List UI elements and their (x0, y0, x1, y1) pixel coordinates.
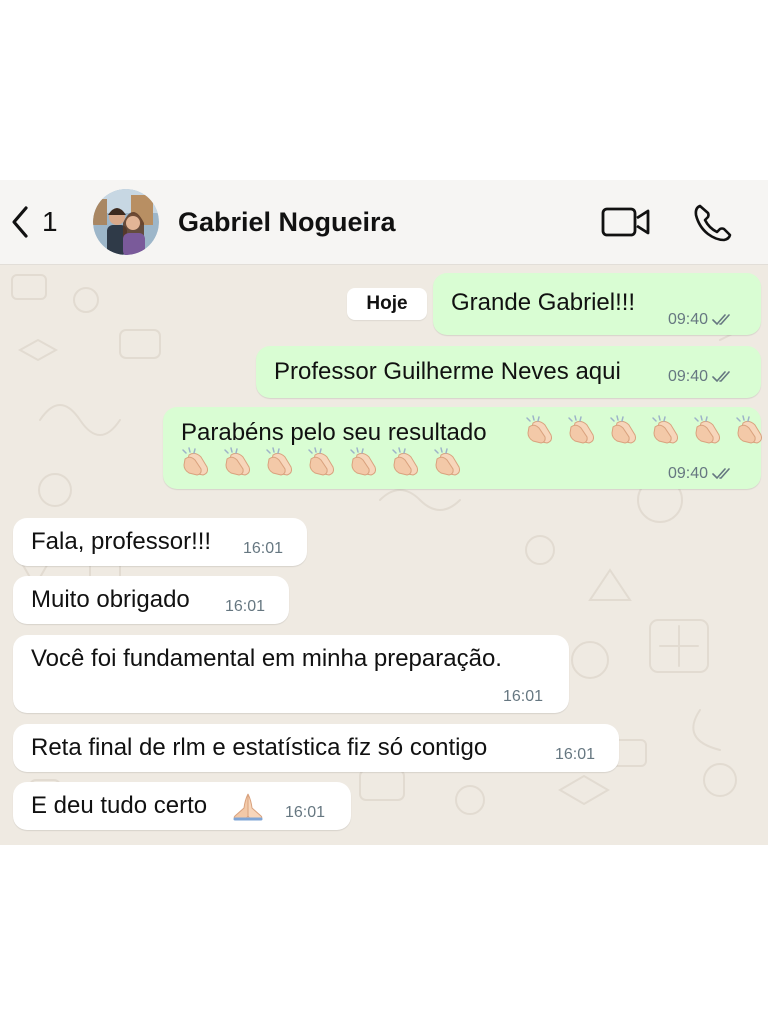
message-time: 09:40 (668, 368, 709, 385)
message-text: Parabéns pelo seu resultado (181, 419, 487, 446)
clapping-hands-icon (266, 447, 292, 476)
message-bubble-outgoing[interactable]: Professor Guilherme Neves aqui 09:40 (256, 346, 761, 398)
clapping-hands-icon (308, 447, 334, 476)
message-bubble-incoming[interactable]: Fala, professor!!! 16:01 (13, 518, 307, 566)
clapping-hands-icon (652, 415, 678, 444)
message-text: Grande Gabriel!!! (451, 289, 636, 316)
message-meta: 09:40 (668, 311, 732, 329)
message-text: Fala, professor!!! (31, 528, 212, 555)
folded-hands-icon (233, 793, 263, 821)
clapping-hands-icon (392, 447, 418, 476)
clapping-hands-icon (526, 415, 552, 444)
clapping-hands-emoji-row (179, 447, 465, 477)
clapping-hands-icon (434, 447, 460, 476)
clapping-hands-icon (736, 415, 762, 444)
message-bubble-incoming[interactable]: Muito obrigado 16:01 (13, 576, 289, 624)
clapping-hands-icon (182, 447, 208, 476)
message-text: Professor Guilherme Neves aqui (274, 358, 621, 385)
message-time: 16:01 (555, 746, 596, 763)
chevron-left-icon[interactable] (8, 204, 32, 240)
phone-icon[interactable] (692, 202, 734, 242)
message-time: 16:01 (503, 688, 544, 705)
chat-header: 1 Gabriel Nogueira (0, 180, 768, 265)
clapping-hands-icon (568, 415, 594, 444)
message-bubble-outgoing[interactable]: Grande Gabriel!!! 09:40 (433, 273, 761, 335)
back-unread-count[interactable]: 1 (42, 206, 58, 238)
message-time: 16:01 (285, 804, 326, 821)
message-text: E deu tudo certo (31, 792, 208, 819)
message-meta: 16:01 (503, 688, 543, 706)
message-meta: 16:01 (243, 540, 283, 558)
date-separator: Hoje (347, 288, 427, 320)
message-time: 16:01 (243, 540, 284, 557)
message-bubble-incoming[interactable]: Reta final de rlm e estatística fiz só c… (13, 724, 619, 772)
message-bubble-incoming[interactable]: Você foi fundamental em minha preparação… (13, 635, 569, 713)
video-camera-icon[interactable] (600, 204, 652, 240)
message-text: Você foi fundamental em minha preparação… (31, 645, 502, 672)
contact-name[interactable]: Gabriel Nogueira (178, 207, 396, 238)
message-time: 09:40 (668, 465, 709, 482)
avatar[interactable] (93, 189, 159, 255)
message-meta: 16:01 (555, 746, 595, 764)
message-time: 09:40 (668, 311, 709, 328)
clapping-hands-icon (694, 415, 720, 444)
message-meta: 09:40 (668, 465, 732, 483)
clapping-hands-emoji-row (523, 415, 767, 445)
message-bubble-outgoing[interactable]: Parabéns pelo seu resultado 09:40 (163, 407, 762, 489)
double-check-icon (712, 371, 730, 383)
message-bubble-incoming[interactable]: E deu tudo certo 16:01 (13, 782, 351, 830)
clapping-hands-icon (224, 447, 250, 476)
message-text: Muito obrigado (31, 586, 190, 613)
message-text: Reta final de rlm e estatística fiz só c… (31, 734, 488, 761)
chat-screenshot: 1 Gabriel Nogueira Hoje Grande Gabriel!!… (0, 180, 768, 845)
message-meta: 09:40 (668, 368, 732, 386)
clapping-hands-icon (350, 447, 376, 476)
message-meta: 16:01 (225, 598, 265, 616)
message-meta: 16:01 (285, 804, 325, 822)
double-check-icon (712, 468, 730, 480)
message-time: 16:01 (225, 598, 266, 615)
clapping-hands-icon (610, 415, 636, 444)
double-check-icon (712, 314, 730, 326)
